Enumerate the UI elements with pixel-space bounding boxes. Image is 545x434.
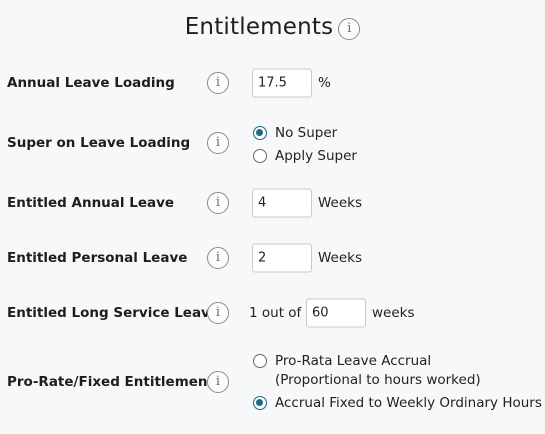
info-icon[interactable]: i [207, 302, 229, 324]
out-of-prefix: 1 out of [249, 305, 302, 321]
apply-super-option[interactable]: Apply Super [253, 148, 357, 164]
long-service-leave-input[interactable] [306, 298, 366, 328]
pro-rate-fixed-label: Pro-Rate/Fixed Entitlements [7, 374, 223, 390]
info-icon[interactable]: i [207, 72, 229, 94]
no-super-option[interactable]: No Super [253, 125, 337, 141]
annual-leave-loading-label: Annual Leave Loading [7, 75, 175, 91]
info-icon[interactable]: i [207, 371, 229, 393]
weeks-unit: weeks [372, 305, 415, 321]
fixed-accrual-label: Accrual Fixed to Weekly Ordinary Hours [275, 395, 542, 411]
super-on-leave-loading-label: Super on Leave Loading [7, 135, 191, 151]
entitled-annual-leave-input[interactable] [252, 188, 312, 218]
apply-super-label: Apply Super [275, 148, 357, 164]
info-icon[interactable]: i [338, 18, 361, 40]
info-icon[interactable]: i [207, 247, 229, 269]
fixed-accrual-option[interactable]: Accrual Fixed to Weekly Ordinary Hours [253, 395, 542, 411]
pro-rata-sublabel: (Proportional to hours worked) [275, 372, 481, 388]
apply-super-radio[interactable] [253, 149, 267, 163]
percent-unit: % [318, 75, 331, 91]
section-header: Entitlements i [0, 14, 545, 40]
entitled-personal-leave-label: Entitled Personal Leave [7, 250, 188, 266]
entitled-annual-leave-label: Entitled Annual Leave [7, 195, 175, 211]
page-title: Entitlements [184, 14, 334, 40]
weeks-unit: Weeks [318, 250, 363, 266]
weeks-unit: Weeks [318, 195, 363, 211]
info-icon[interactable]: i [207, 192, 229, 214]
fixed-accrual-radio[interactable] [253, 396, 267, 410]
pro-rata-label: Pro-Rata Leave Accrual [275, 353, 432, 369]
no-super-radio[interactable] [253, 126, 267, 140]
no-super-label: No Super [275, 125, 338, 141]
pro-rata-option[interactable]: Pro-Rata Leave Accrual [253, 353, 431, 369]
annual-leave-loading-input[interactable] [252, 68, 312, 98]
entitled-long-service-leave-label: Entitled Long Service Leave [7, 305, 220, 321]
pro-rata-radio[interactable] [253, 354, 267, 368]
entitled-personal-leave-input[interactable] [252, 243, 312, 273]
info-icon[interactable]: i [207, 132, 229, 154]
